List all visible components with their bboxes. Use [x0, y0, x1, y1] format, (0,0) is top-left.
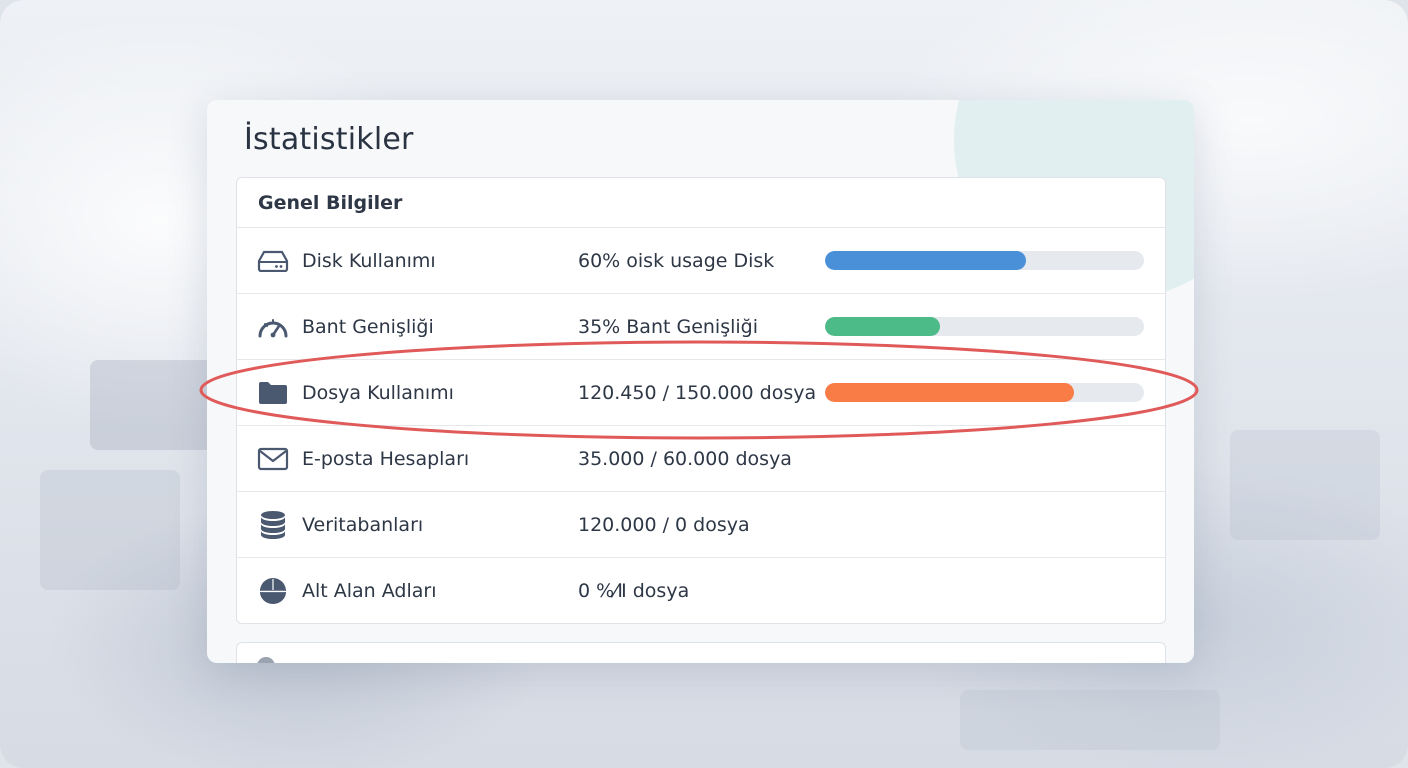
stat-row-subdomains: Alt Alan Adları 0 %⁄Ⅱ dosya — [237, 558, 1165, 623]
bandwidth-progress-bar — [825, 317, 1144, 336]
stat-row-file-usage: Dosya Kullanımı 120.450 / 150.000 dosya — [237, 360, 1165, 426]
secondary-card — [236, 642, 1166, 663]
card-header: Genel Bilgiler — [237, 178, 1165, 228]
stat-label: Alt Alan Adları — [302, 579, 437, 602]
envelope-icon — [257, 445, 289, 473]
stat-label: E-posta Hesapları — [302, 447, 470, 470]
stat-label: Disk Kullanımı — [302, 249, 436, 272]
progress-fill — [825, 383, 1074, 402]
progress-fill — [825, 317, 940, 336]
general-info-card: Genel Bilgiler Disk Kullanımı 60% oisk u… — [236, 177, 1166, 624]
globe-icon — [257, 577, 289, 605]
page-title: İstatistikler — [244, 122, 414, 157]
hard-drive-icon — [257, 247, 289, 275]
speedometer-icon — [257, 313, 289, 341]
stat-label: Bant Genişliği — [302, 315, 434, 338]
stat-value: 120.450 / 150.000 dosya — [578, 381, 817, 404]
file-usage-progress-bar — [825, 383, 1144, 402]
stat-label: Veritabanları — [302, 513, 424, 536]
section-icon — [257, 657, 275, 663]
progress-fill — [825, 251, 1026, 270]
stat-row-bandwidth: Bant Genişliği 35% Bant Genişliği — [237, 294, 1165, 360]
stat-label: Dosya Kullanımı — [302, 381, 454, 404]
folder-icon — [257, 379, 289, 407]
stat-value: 0 %⁄Ⅱ dosya — [578, 579, 690, 602]
stat-value: 35.000 / 60.000 dosya — [578, 447, 792, 470]
stat-value: 35% Bant Genişliği — [578, 315, 759, 338]
stat-row-disk-usage: Disk Kullanımı 60% oisk usage Disk — [237, 228, 1165, 294]
database-icon — [257, 510, 289, 539]
statistics-panel: İstatistikler Genel Bilgiler Disk Kullan… — [207, 100, 1194, 663]
disk-usage-progress-bar — [825, 251, 1144, 270]
stat-value: 60% oisk usage Disk — [578, 249, 775, 272]
stat-row-email-accounts: E-posta Hesapları 35.000 / 60.000 dosya — [237, 426, 1165, 492]
stat-value: 120.000 / 0 dosya — [578, 513, 750, 536]
stat-row-databases: Veritabanları 120.000 / 0 dosya — [237, 492, 1165, 558]
